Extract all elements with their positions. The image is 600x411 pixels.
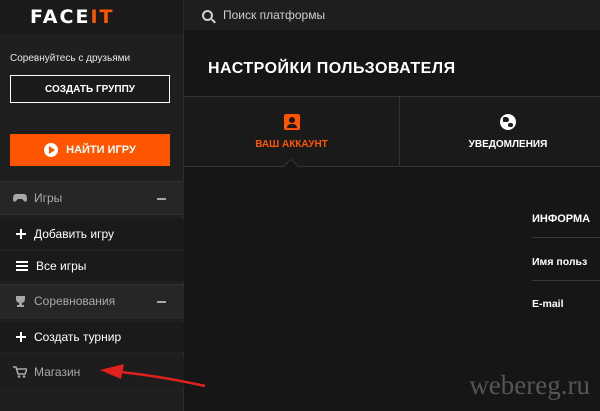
annotation-arrow: [100, 364, 206, 388]
watermark: webereg.ru: [469, 370, 590, 400]
